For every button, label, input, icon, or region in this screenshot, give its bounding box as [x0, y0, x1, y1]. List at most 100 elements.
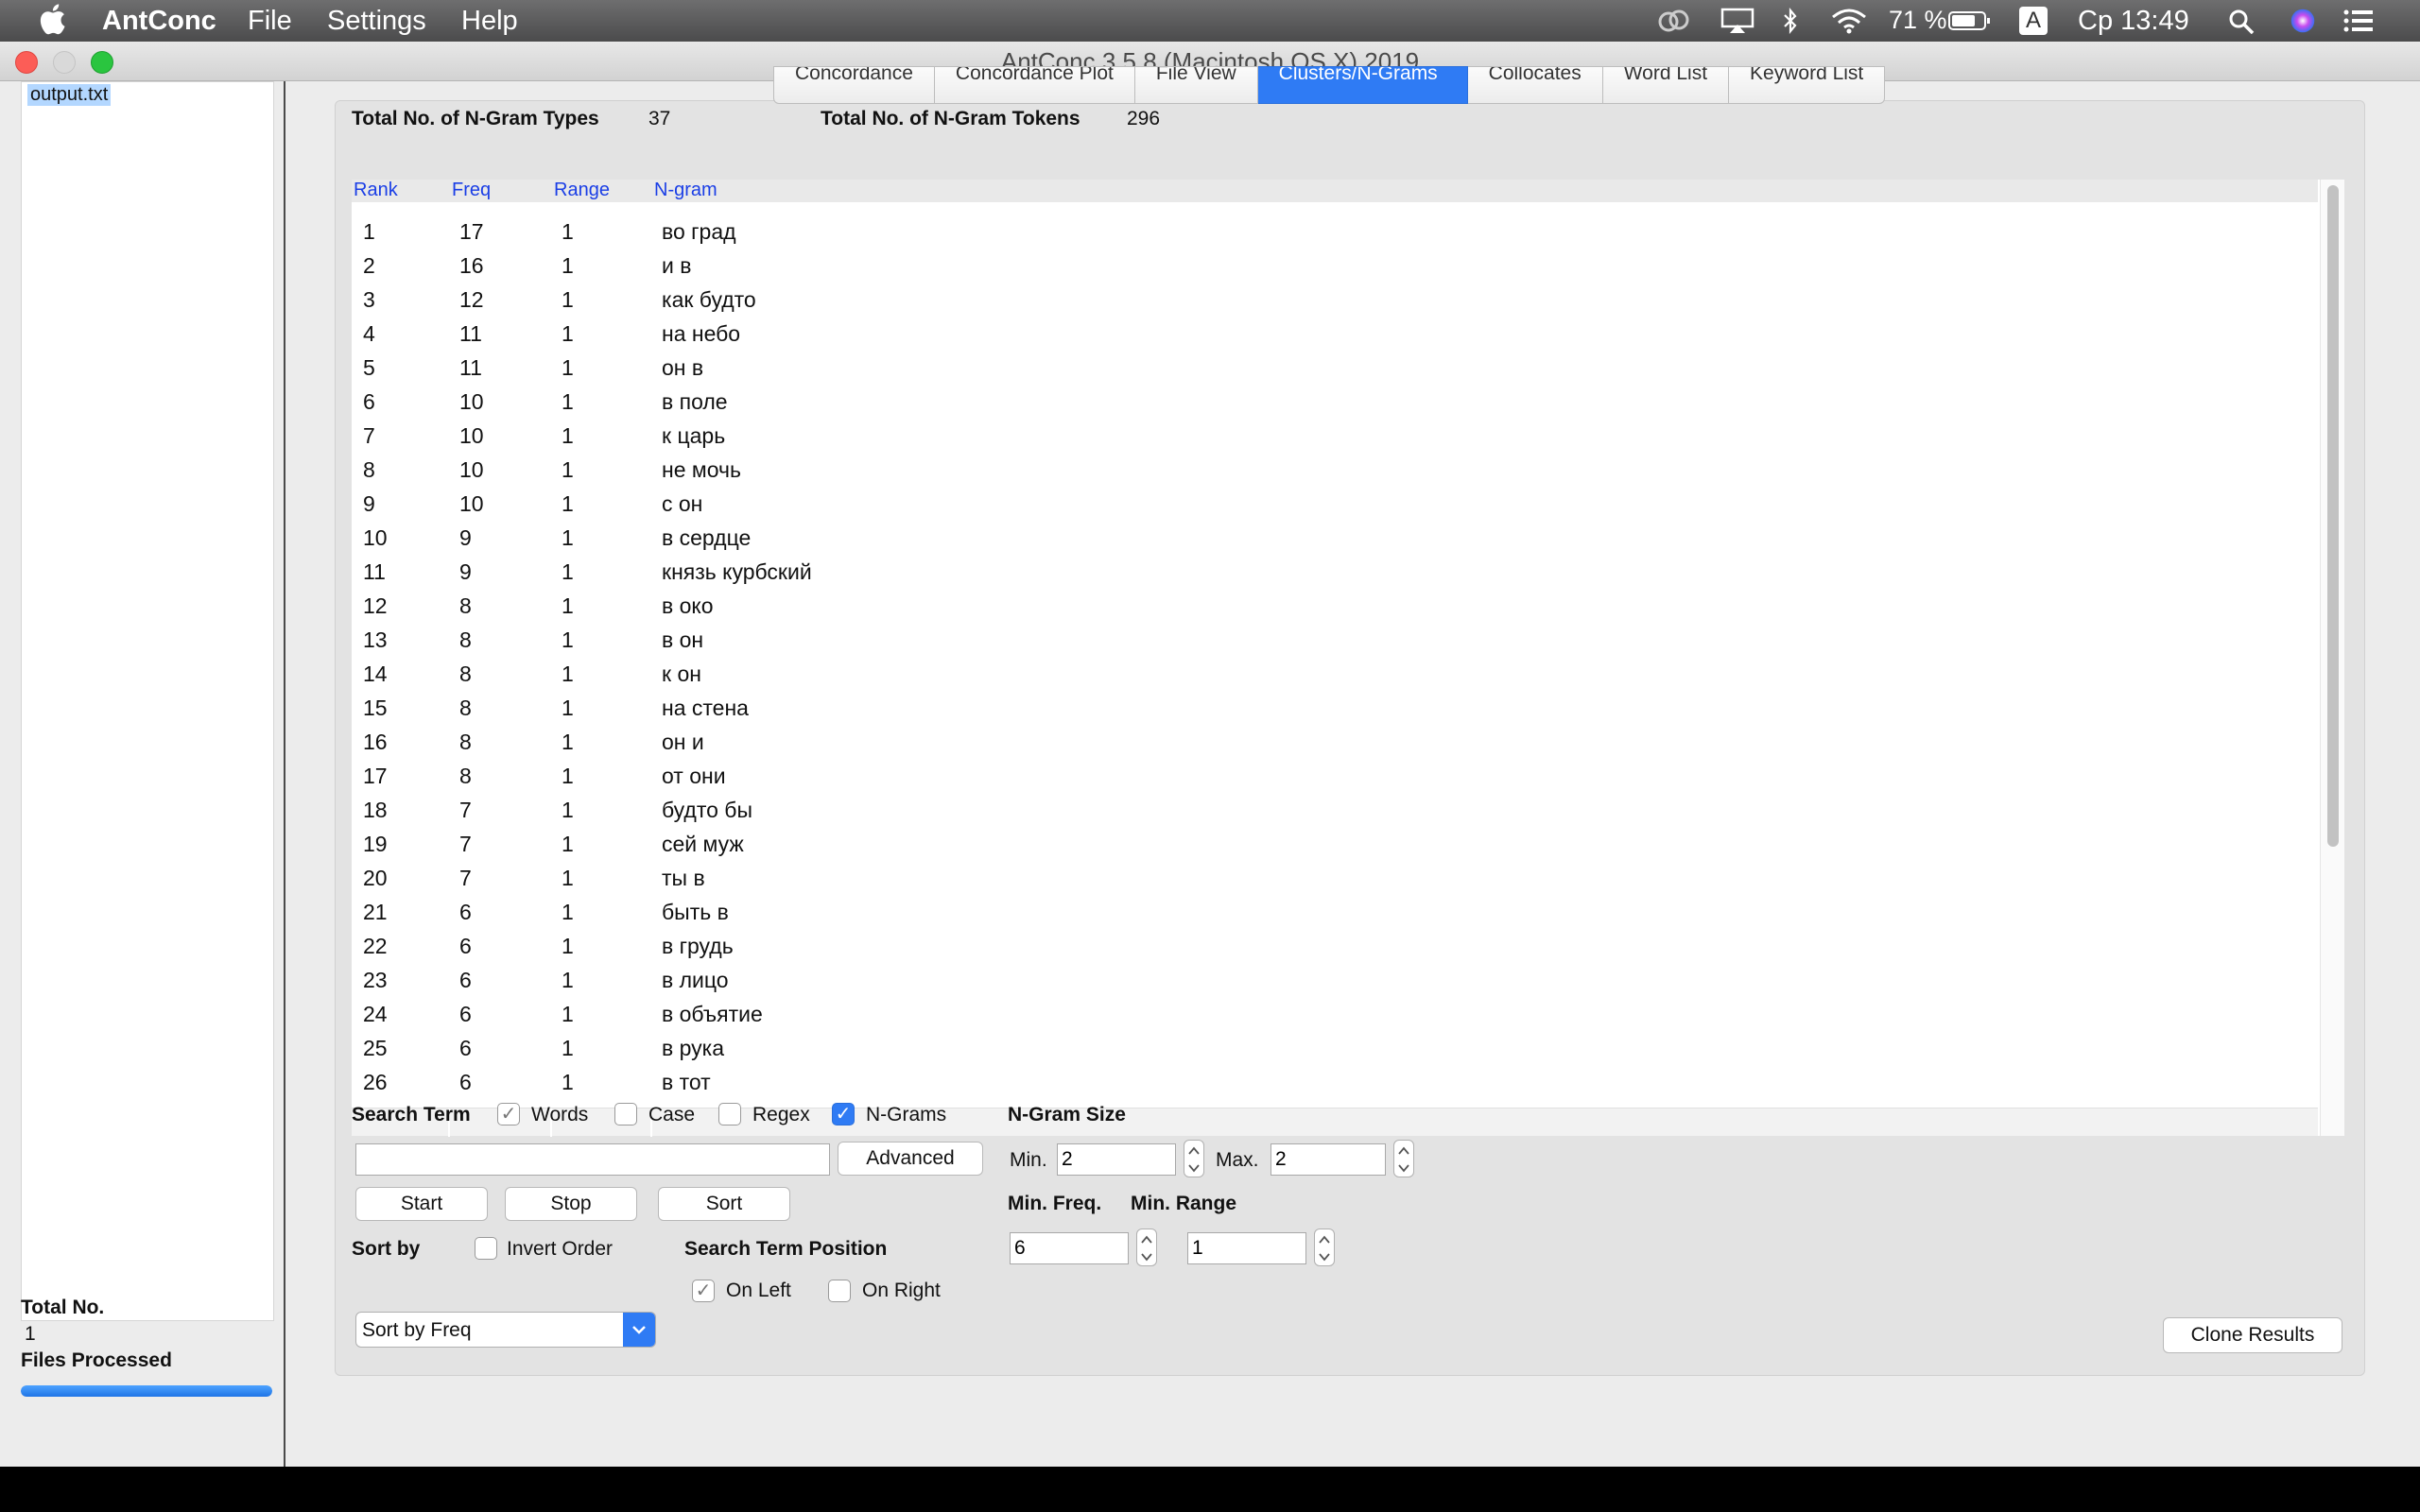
cell-range: 1	[562, 559, 574, 584]
table-row[interactable]: 4 11 1 на небо	[352, 318, 2318, 352]
tab-clusters-ngrams[interactable]: Clusters/N-Grams	[1257, 66, 1468, 104]
table-row[interactable]: 1 17 1 во град	[352, 215, 2318, 249]
tab-word-list[interactable]: Word List	[1602, 66, 1730, 104]
table-row[interactable]: 10 9 1 в сердце	[352, 522, 2318, 556]
ngram-min-input[interactable]	[1057, 1143, 1176, 1176]
table-row[interactable]: 16 8 1 он и	[352, 726, 2318, 760]
results-vertical-scrollbar[interactable]	[2320, 180, 2344, 1136]
table-row[interactable]: 2 16 1 и в	[352, 249, 2318, 284]
ngram-results-table[interactable]: Rank Freq Range N-gram 1 17 1 во град 2 16 1 и …	[352, 180, 2344, 1137]
column-header-range[interactable]: Range	[554, 180, 610, 201]
apple-menu-icon[interactable]	[38, 2, 66, 36]
ngram-min-stepper[interactable]	[1184, 1140, 1204, 1177]
notification-center-icon[interactable]	[2342, 8, 2375, 34]
clone-results-button[interactable]: Clone Results	[2163, 1317, 2342, 1353]
sort-by-dropdown[interactable]: Sort by Freq	[355, 1312, 656, 1348]
table-row[interactable]: 23 6 1 в лицо	[352, 964, 2318, 998]
table-row[interactable]: 12 8 1 в око	[352, 590, 2318, 624]
case-checkbox[interactable]	[614, 1103, 637, 1125]
cell-freq: 6	[459, 1002, 472, 1026]
tab-collocates[interactable]: Collocates	[1467, 66, 1603, 104]
min-freq-input[interactable]	[1010, 1232, 1129, 1264]
table-row[interactable]: 19 7 1 сей муж	[352, 828, 2318, 862]
tab-keyword-list[interactable]: Keyword List	[1729, 66, 1886, 104]
cell-rank: 19	[363, 832, 388, 856]
cell-range: 1	[562, 730, 574, 754]
menu-help[interactable]: Help	[461, 6, 518, 37]
chevron-down-icon[interactable]	[623, 1313, 655, 1347]
table-row[interactable]: 26 6 1 в тот	[352, 1066, 2318, 1100]
cell-rank: 5	[363, 355, 375, 380]
table-row[interactable]: 20 7 1 ты в	[352, 862, 2318, 896]
progress-fill	[21, 1385, 272, 1397]
words-label: Words	[531, 1104, 589, 1125]
menu-app-name[interactable]: AntConc	[102, 6, 216, 37]
desktop-background	[0, 1467, 2420, 1512]
creative-cloud-icon[interactable]	[1656, 8, 1692, 34]
table-row[interactable]: 17 8 1 от они	[352, 760, 2318, 794]
split-divider[interactable]	[284, 81, 285, 1467]
table-row[interactable]: 24 6 1 в объятие	[352, 998, 2318, 1032]
menubar-clock[interactable]: Ср 13:49	[2078, 6, 2189, 37]
cell-rank: 4	[363, 321, 375, 346]
column-header-freq[interactable]: Freq	[452, 180, 491, 201]
invert-order-checkbox[interactable]	[475, 1237, 497, 1260]
menu-file[interactable]: File	[248, 6, 292, 37]
table-row[interactable]: 21 6 1 быть в	[352, 896, 2318, 930]
menu-settings[interactable]: Settings	[327, 6, 426, 37]
words-checkbox[interactable]: ✓	[497, 1103, 520, 1125]
min-range-stepper[interactable]	[1314, 1228, 1335, 1266]
cell-ngram: он и	[662, 730, 704, 754]
start-button[interactable]: Start	[355, 1187, 488, 1221]
ngram-max-stepper[interactable]	[1393, 1140, 1414, 1177]
table-row[interactable]: 9 10 1 с он	[352, 488, 2318, 522]
wifi-icon[interactable]	[1830, 8, 1868, 34]
min-freq-stepper[interactable]	[1136, 1228, 1157, 1266]
table-row[interactable]: 5 11 1 он в	[352, 352, 2318, 386]
scrollbar-thumb[interactable]	[2327, 185, 2339, 847]
regex-checkbox[interactable]	[718, 1103, 741, 1125]
total-files-label: Total No.	[21, 1297, 105, 1318]
table-row[interactable]: 22 6 1 в грудь	[352, 930, 2318, 964]
advanced-button[interactable]: Advanced	[838, 1142, 983, 1176]
table-row[interactable]: 18 7 1 будто бы	[352, 794, 2318, 828]
min-range-input[interactable]	[1187, 1232, 1306, 1264]
cell-rank: 10	[363, 525, 388, 550]
stop-button[interactable]: Stop	[505, 1187, 637, 1221]
ngram-max-input[interactable]	[1270, 1143, 1386, 1176]
table-row[interactable]: 15 8 1 на стена	[352, 692, 2318, 726]
column-header-ngram[interactable]: N-gram	[654, 180, 717, 201]
table-row[interactable]: 25 6 1 в рука	[352, 1032, 2318, 1066]
cell-rank: 8	[363, 457, 375, 482]
battery-percent: 71 %	[1889, 6, 1947, 34]
cell-ngram: с он	[662, 491, 703, 516]
table-row[interactable]: 7 10 1 к царь	[352, 420, 2318, 454]
on-left-checkbox[interactable]: ✓	[692, 1280, 715, 1302]
cell-range: 1	[562, 934, 574, 958]
cell-rank: 17	[363, 764, 388, 788]
corpus-files-list[interactable]: output.txt	[21, 81, 274, 1321]
table-row[interactable]: 3 12 1 как будто	[352, 284, 2318, 318]
tab-concordance-plot[interactable]: Concordance Plot	[934, 66, 1135, 104]
tab-file-view[interactable]: File View	[1134, 66, 1258, 104]
siri-icon[interactable]	[2288, 8, 2318, 34]
spotlight-search-icon[interactable]	[2227, 8, 2256, 34]
column-header-rank[interactable]: Rank	[354, 180, 398, 201]
table-row[interactable]: 14 8 1 к он	[352, 658, 2318, 692]
search-term-input[interactable]	[355, 1143, 830, 1176]
tab-concordance[interactable]: Concordance	[773, 66, 935, 104]
sort-by-selected: Sort by Freq	[362, 1319, 472, 1341]
corpus-file-item[interactable]: output.txt	[27, 84, 112, 106]
table-row[interactable]: 11 9 1 князь курбский	[352, 556, 2318, 590]
battery-icon[interactable]	[1947, 8, 1993, 34]
table-row[interactable]: 8 10 1 не мочь	[352, 454, 2318, 488]
bluetooth-icon[interactable]	[1781, 8, 1800, 34]
ngrams-checkbox[interactable]: ✓	[832, 1103, 855, 1125]
airplay-icon[interactable]	[1720, 8, 1754, 34]
table-row[interactable]: 13 8 1 в он	[352, 624, 2318, 658]
cell-ngram: ты в	[662, 866, 705, 890]
sort-button[interactable]: Sort	[658, 1187, 790, 1221]
input-source-indicator[interactable]: A	[2019, 7, 2048, 35]
table-row[interactable]: 6 10 1 в поле	[352, 386, 2318, 420]
on-right-checkbox[interactable]	[828, 1280, 851, 1302]
